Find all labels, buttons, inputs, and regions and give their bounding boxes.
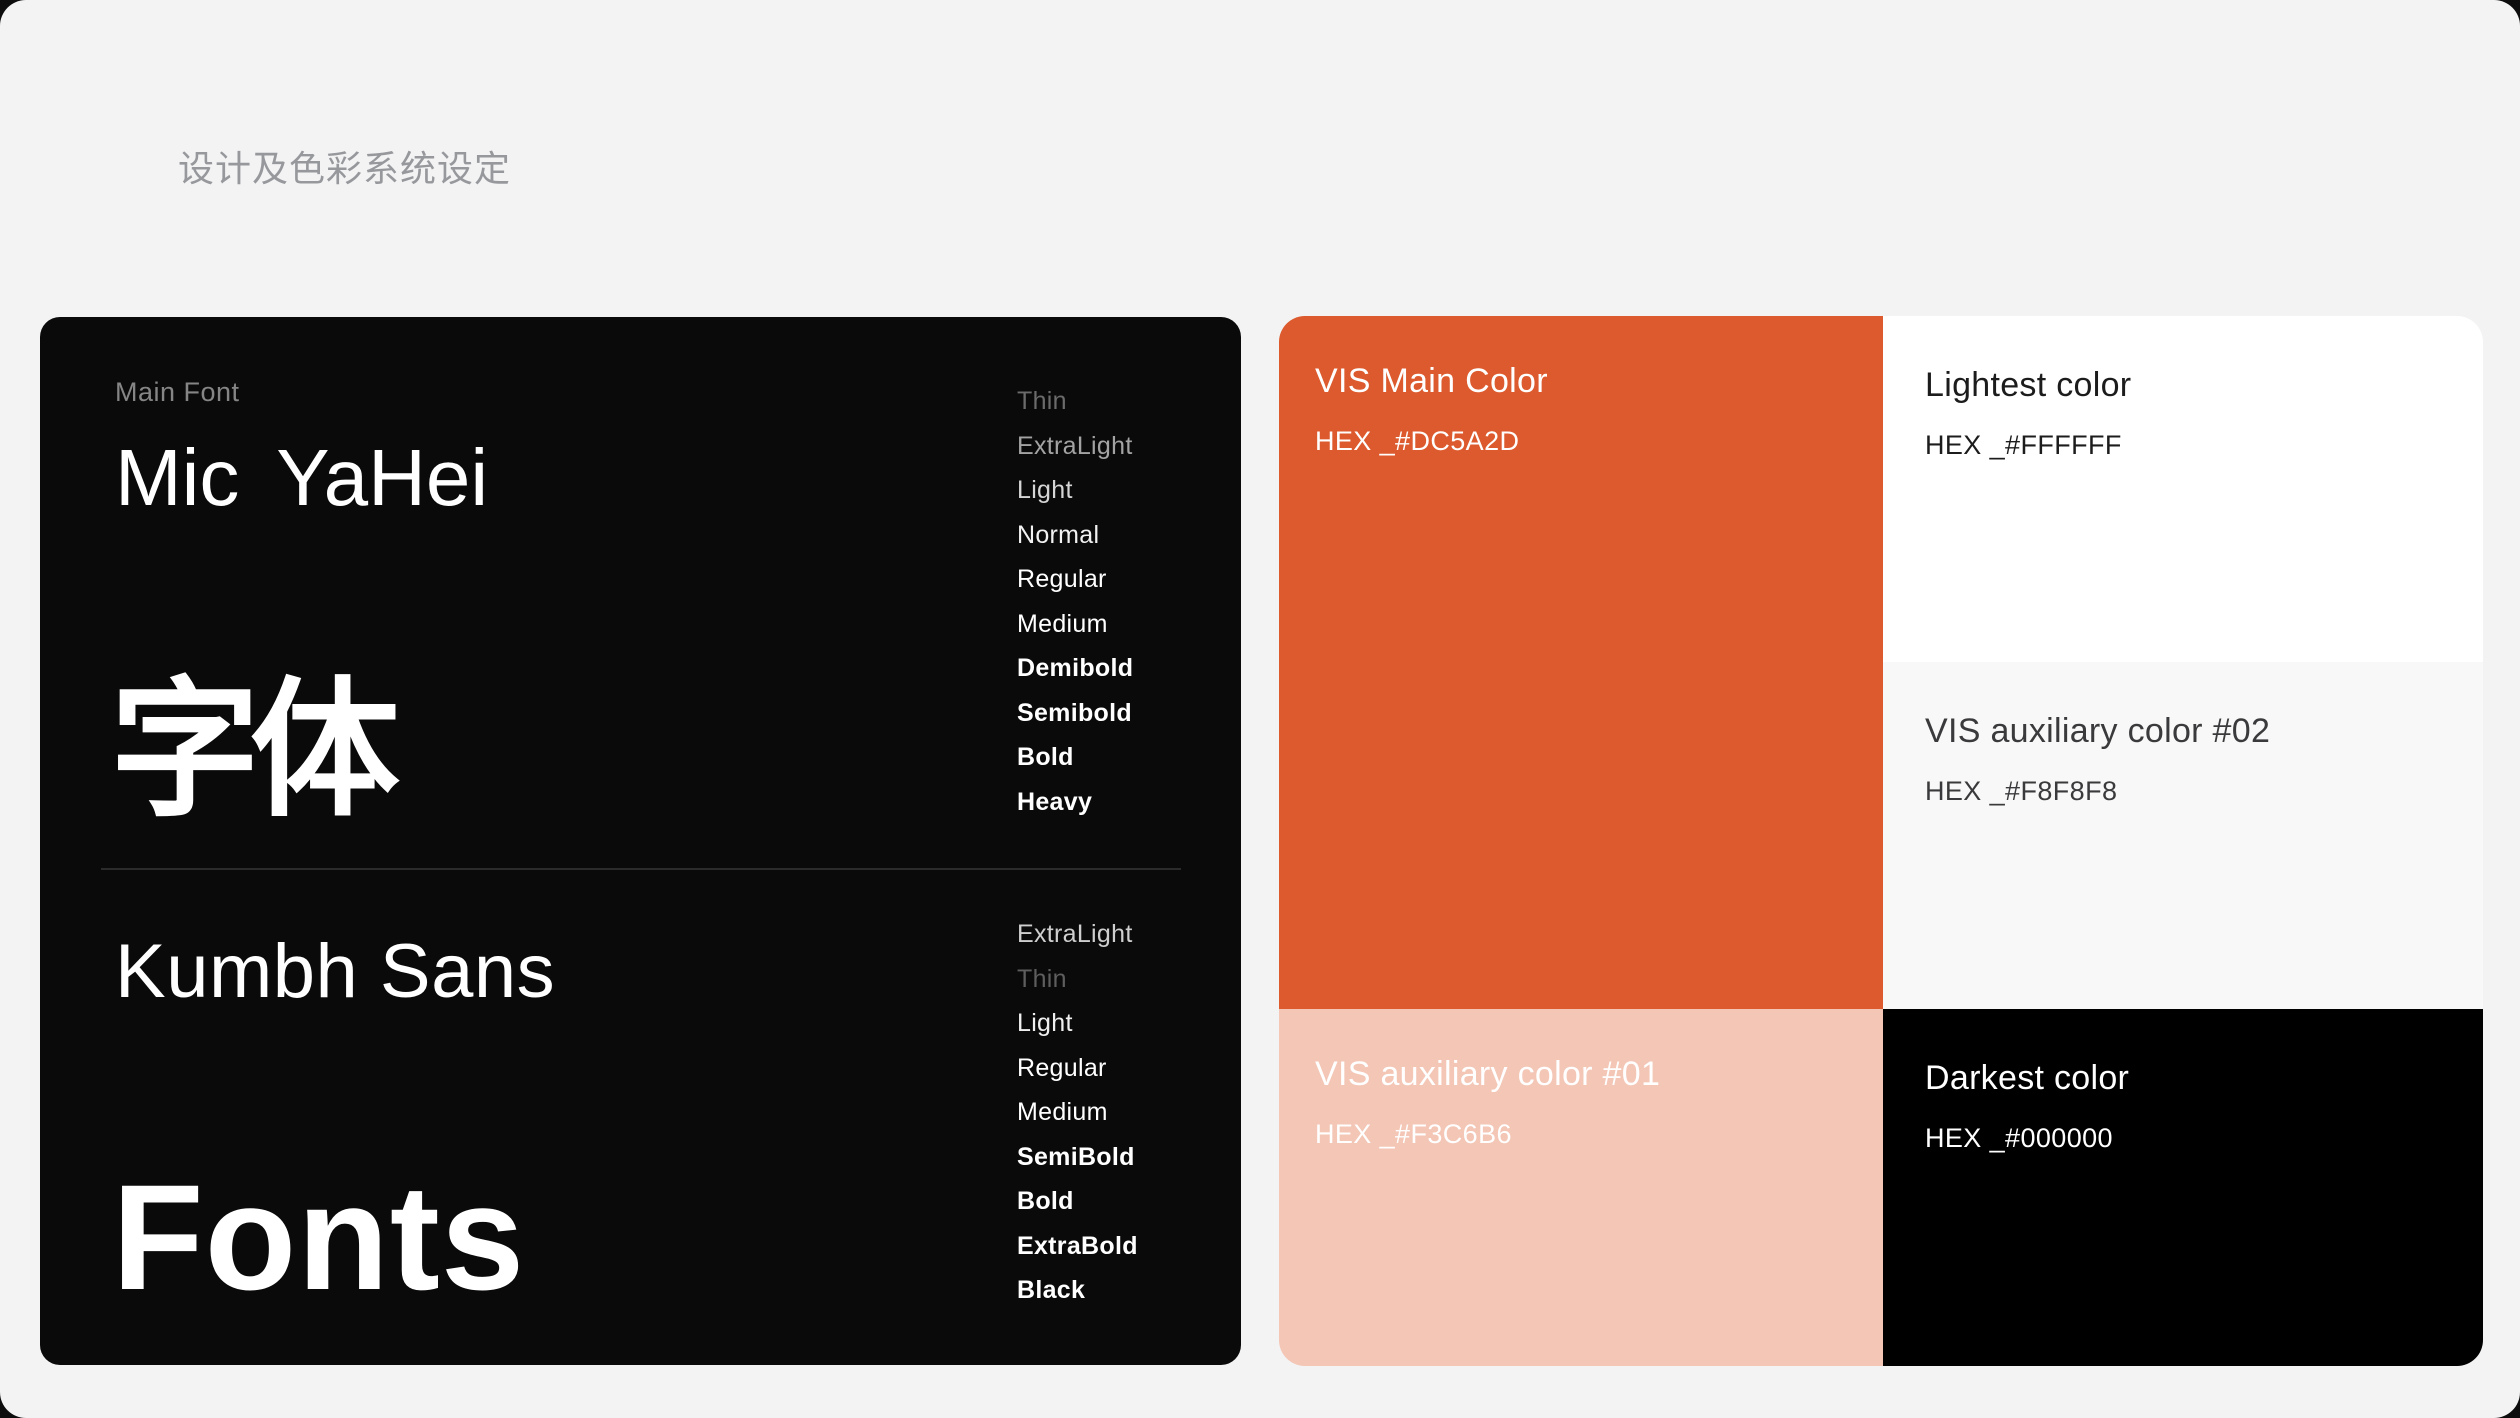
page-title: 设计及色彩系统设定 [178,140,511,192]
font-weight-item: Thin [1017,957,1247,1002]
font-weight-item: Regular [1017,557,1247,602]
secondary-font-weight-list: ExtraLight Thin Light Regular Medium Sem… [1017,912,1247,1313]
font-weight-item: Bold [1017,1179,1247,1224]
font-weight-item: ExtraLight [1017,912,1247,957]
swatch-title: VIS auxiliary color #02 [1925,710,2453,752]
swatch-hex-value: HEX _#000000 [1925,1123,2453,1154]
design-system-page: 设计及色彩系统设定 Main Font Mic YaHei 字体 Thin Ex… [0,0,2520,1418]
divider [101,868,1181,870]
font-weight-item: Normal [1017,513,1247,558]
font-weight-item: ExtraLight [1017,424,1247,469]
primary-font-name: Mic YaHei [115,432,488,524]
swatch-auxiliary-color-01: VIS auxiliary color #01 HEX _#F3C6B6 [1279,1009,1883,1366]
font-weight-item: Regular [1017,1046,1247,1091]
swatch-hex-value: HEX _#F8F8F8 [1925,776,2453,807]
font-weight-item: Semibold [1017,691,1247,736]
font-weight-item: Demibold [1017,646,1247,691]
secondary-font-specimen: Fonts [112,1162,525,1312]
swatch-hex-value: HEX _#FFFFFF [1925,430,2453,461]
font-weight-item: Light [1017,468,1247,513]
font-weight-item: Bold [1017,735,1247,780]
font-weight-item: Medium [1017,602,1247,647]
swatch-title: VIS auxiliary color #01 [1315,1053,1853,1095]
secondary-font-name: Kumbh Sans [115,928,555,1015]
swatch-title: VIS Main Color [1315,360,1853,402]
main-font-label: Main Font [115,377,240,408]
font-weight-item: Black [1017,1268,1247,1313]
swatch-darkest-color: Darkest color HEX _#000000 [1883,1009,2483,1366]
swatch-title: Lightest color [1925,364,2453,406]
font-weight-item: Heavy [1017,780,1247,825]
primary-font-weight-list: Thin ExtraLight Light Normal Regular Med… [1017,379,1247,824]
swatch-auxiliary-color-02: VIS auxiliary color #02 HEX _#F8F8F8 [1883,662,2483,1009]
primary-font-specimen-cjk: 字体 [110,675,390,825]
swatch-hex-value: HEX _#DC5A2D [1315,426,1853,457]
swatch-title: Darkest color [1925,1057,2453,1099]
font-specimen-card: Main Font Mic YaHei 字体 Thin ExtraLight L… [40,317,1241,1365]
swatch-lightest-color: Lightest color HEX _#FFFFFF [1883,316,2483,662]
swatch-vis-main-color: VIS Main Color HEX _#DC5A2D [1279,316,1883,1009]
swatch-hex-value: HEX _#F3C6B6 [1315,1119,1853,1150]
font-weight-item: Medium [1017,1090,1247,1135]
font-weight-item: ExtraBold [1017,1224,1247,1269]
font-weight-item: Light [1017,1001,1247,1046]
font-weight-item: Thin [1017,379,1247,424]
font-weight-item: SemiBold [1017,1135,1247,1180]
